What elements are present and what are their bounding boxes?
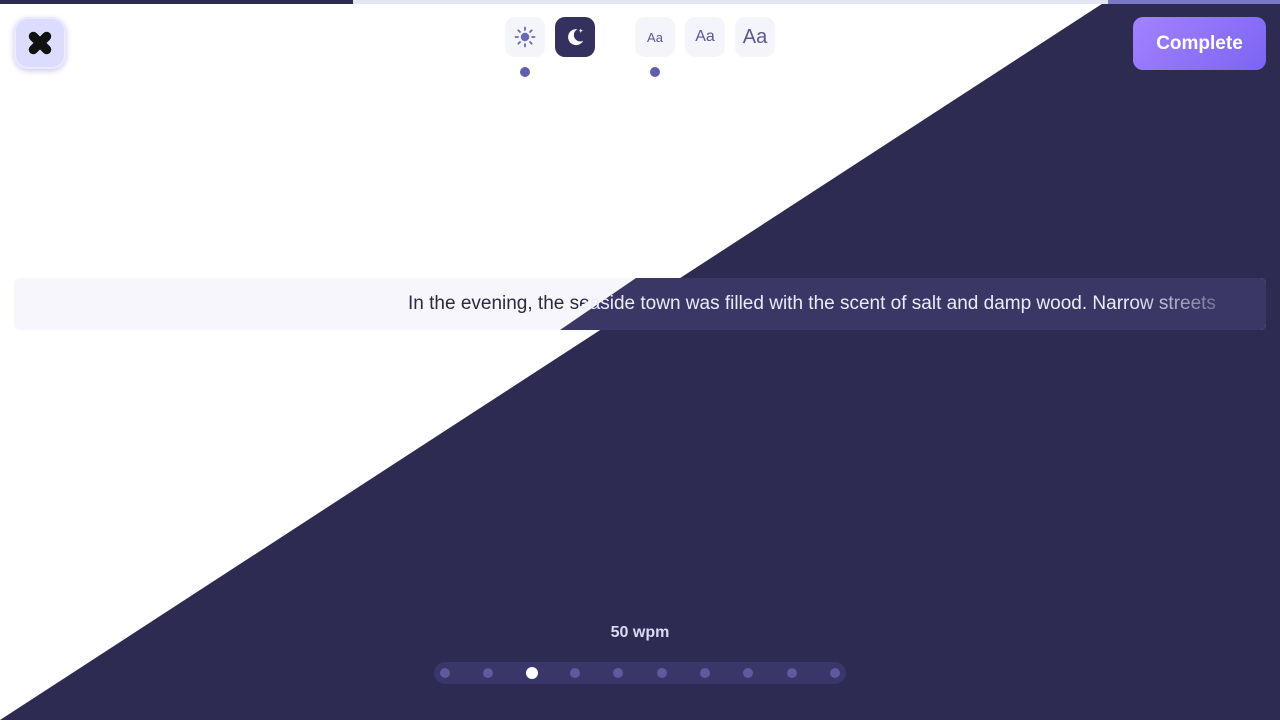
speed-step-6[interactable] [656,668,667,678]
speed-step-7[interactable] [700,668,710,678]
reading-line: In the evening, the seaside town was fil… [408,278,1260,330]
speed-step-2[interactable] [483,668,494,678]
moon-icon [568,28,584,46]
font-size-small-button[interactable]: Aa [635,17,675,57]
font-size-large-button[interactable]: Aa [735,17,775,57]
speed-step-8[interactable] [743,668,754,678]
theme-selected-indicator [520,67,530,77]
speed-slider[interactable] [434,662,846,684]
dark-theme-background [0,0,1280,720]
font-size-medium-label: Aa [695,28,715,45]
theme-light-button[interactable] [505,17,545,57]
speed-step-9[interactable] [786,668,797,678]
font-size-medium-button[interactable]: Aa [685,17,725,57]
complete-button[interactable]: Complete [1133,17,1266,70]
speed-step-4[interactable] [570,668,580,678]
speed-label: 50 wpm [610,624,670,641]
font-size-selected-indicator [650,67,660,77]
reader-toolbar: Aa Aa Aa [0,17,1280,87]
speed-step-10[interactable] [830,668,840,678]
sun-icon [514,26,536,48]
font-size-large-label: Aa [742,25,768,48]
speed-step-3[interactable] [525,667,538,679]
theme-dark-button[interactable] [555,17,595,57]
speed-step-5[interactable] [613,668,624,678]
font-size-small-label: Aa [647,29,663,45]
speed-step-1[interactable] [440,668,450,678]
reading-progress-fill [0,0,354,4]
